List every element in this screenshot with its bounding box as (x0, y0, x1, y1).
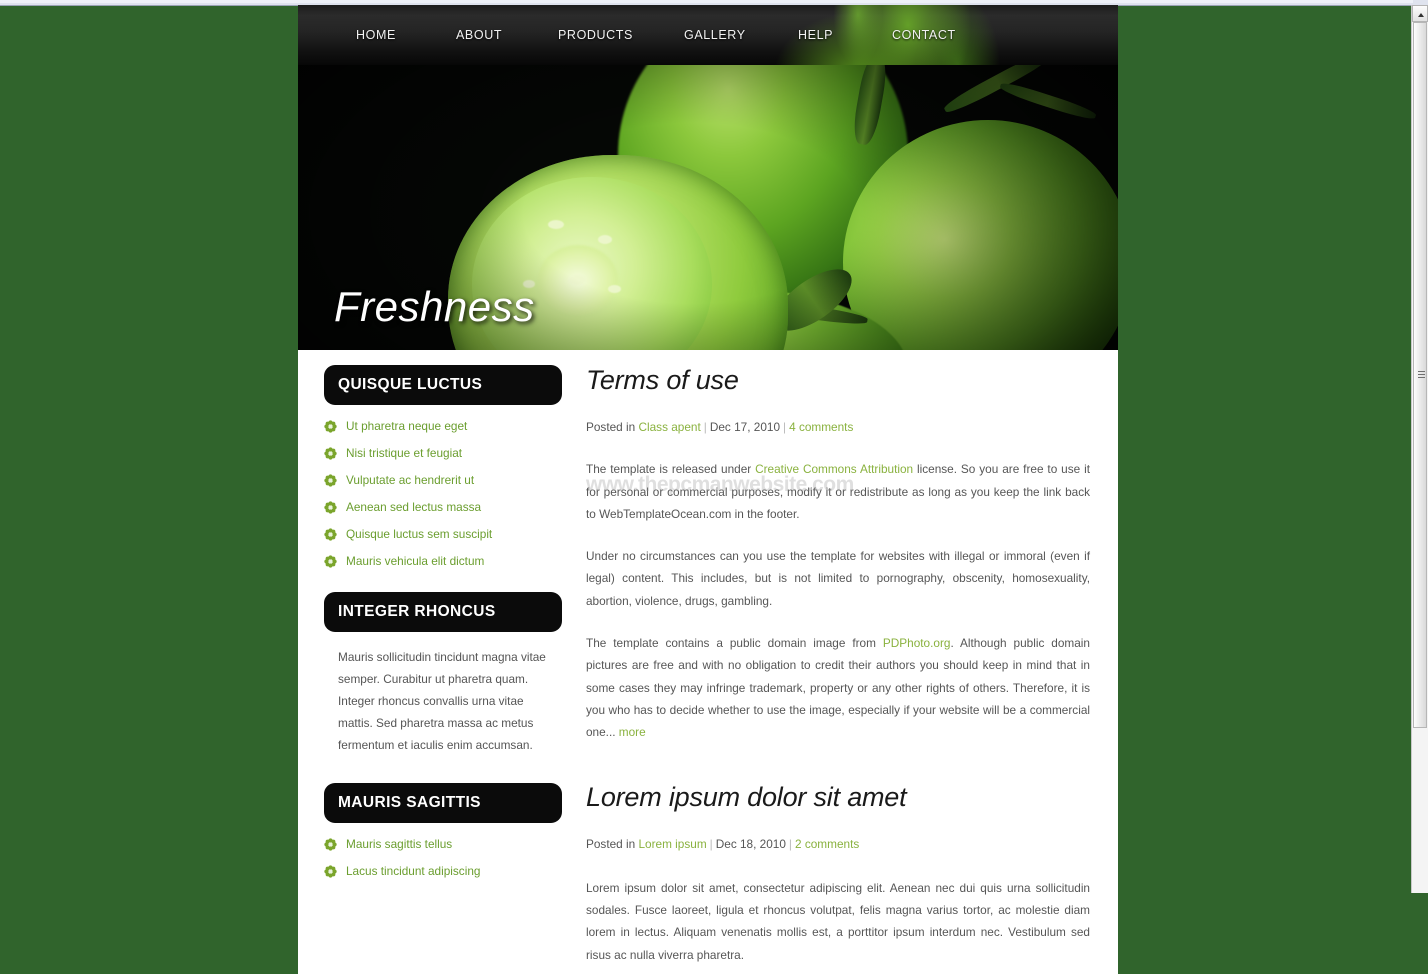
list-item[interactable]: Mauris vehicula elit dictum (324, 554, 562, 568)
list-item-link[interactable]: Mauris vehicula elit dictum (346, 554, 484, 568)
post-category-link[interactable]: Lorem ipsum (638, 837, 706, 851)
scrollbar-thumb[interactable] (1413, 22, 1427, 728)
scrollbar-grip-icon (1418, 371, 1425, 378)
nav-item-home[interactable]: HOME (356, 5, 396, 65)
hero-banner: Freshness (298, 65, 1118, 350)
post-category-link[interactable]: Class apent (638, 420, 700, 434)
widget-header: MAURIS SAGITTIS (324, 783, 562, 823)
post-title: Lorem ipsum dolor sit amet (586, 781, 907, 812)
list-item-link[interactable]: Quisque luctus sem suscipit (346, 527, 492, 541)
posted-in-label: Posted in (586, 836, 636, 851)
list-item-link[interactable]: Lacus tincidunt adipiscing (346, 864, 480, 878)
pdphoto-link[interactable]: PDPhoto.org (883, 636, 951, 650)
flower-bullet-icon (324, 837, 337, 851)
nav-item-help[interactable]: HELP (798, 5, 833, 65)
nav-item-gallery[interactable]: GALLERY (684, 5, 746, 65)
post-terms-of-use: Terms of use Posted in Class apent | Dec 1… (586, 365, 1090, 744)
text-run: The template is released under (586, 462, 756, 477)
list-item[interactable]: Ut pharetra neque eget (324, 419, 562, 433)
text-run: The template contains a public domain im… (586, 636, 883, 651)
flower-bullet-icon (324, 864, 337, 878)
banner-title: Freshness (334, 283, 535, 330)
meta-separator: | (703, 420, 707, 434)
scrollbar-track[interactable] (1412, 22, 1428, 893)
list-item-link[interactable]: Mauris sagittis tellus (346, 837, 452, 851)
post-paragraph: Lorem ipsum dolor sit amet, consectetur … (586, 877, 1090, 966)
creative-commons-link[interactable]: Creative Commons Attribution (755, 462, 913, 476)
post-paragraph: The template contains a public domain im… (586, 632, 1090, 743)
list-item[interactable]: Nisi tristique et feugiat (324, 446, 562, 460)
sidebar-widget-quisque-luctus: QUISQUE LUCTUS Ut pharetra neque eget Ni… (324, 365, 562, 568)
sidebar-widget-mauris-sagittis: MAURIS SAGITTIS Mauris sagittis tellus L… (324, 783, 562, 878)
widget-header: INTEGER RHONCUS (324, 592, 562, 632)
vertical-scrollbar[interactable] (1411, 5, 1428, 893)
flower-bullet-icon (324, 500, 337, 514)
nav-list: HOME ABOUT PRODUCTS GALLERY HELP CONTACT (298, 5, 1118, 65)
widget-list: Mauris sagittis tellus Lacus tincidunt a… (324, 837, 562, 878)
list-item-link[interactable]: Aenean sed lectus massa (346, 500, 481, 514)
widget-title: QUISQUE LUCTUS (338, 376, 483, 393)
meta-separator: | (783, 420, 787, 434)
post-lorem-ipsum: Lorem ipsum dolor sit amet Posted in Lor… (586, 782, 1090, 966)
flower-bullet-icon (324, 446, 337, 460)
main-content: Terms of use Posted in Class apent | Dec 1… (562, 365, 1118, 974)
post-comments-link[interactable]: 4 comments (789, 420, 853, 434)
nav-link-gallery[interactable]: GALLERY (684, 28, 746, 42)
flower-bullet-icon (324, 527, 337, 541)
list-item[interactable]: Vulputate ac hendrerit ut (324, 473, 562, 487)
widget-header: QUISQUE LUCTUS (324, 365, 562, 405)
nav-link-home[interactable]: HOME (356, 28, 396, 42)
nav-link-help[interactable]: HELP (798, 28, 833, 42)
post-meta: Posted in Class apent | Dec 17, 2010 | 4 com… (586, 416, 1090, 438)
posted-in-label: Posted in (586, 420, 636, 434)
page-container: HOME ABOUT PRODUCTS GALLERY HELP CONTACT (298, 5, 1118, 974)
widget-text: Mauris sollicitudin tincidunt magna vita… (338, 650, 546, 752)
list-item-link[interactable]: Vulputate ac hendrerit ut (346, 473, 474, 487)
post-date: Dec 17, 2010 (709, 420, 781, 434)
sidebar-widget-integer-rhoncus: INTEGER RHONCUS Mauris sollicitudin tinc… (324, 592, 562, 756)
sidebar: QUISQUE LUCTUS Ut pharetra neque eget Ni… (298, 365, 562, 974)
text-run: . Although public domain pictures are fr… (586, 636, 1090, 740)
post-paragraph: The template is released under Creative … (586, 458, 1090, 525)
post-comments-link[interactable]: 2 comments (795, 837, 859, 851)
nav-link-products[interactable]: PRODUCTS (558, 28, 633, 42)
widget-title: INTEGER RHONCUS (338, 603, 496, 620)
content-area: QUISQUE LUCTUS Ut pharetra neque eget Ni… (298, 350, 1118, 974)
meta-separator: | (788, 836, 792, 851)
post-paragraph: Under no circumstances can you use the t… (586, 545, 1090, 612)
list-item[interactable]: Mauris sagittis tellus (324, 837, 562, 851)
nav-item-products[interactable]: PRODUCTS (558, 5, 633, 65)
browser-chrome-inner (0, 0, 1413, 3)
list-item[interactable]: Aenean sed lectus massa (324, 500, 562, 514)
scroll-up-arrow-icon[interactable] (1412, 5, 1428, 22)
post-title: Terms of use (586, 365, 739, 395)
meta-separator: | (709, 836, 713, 851)
list-item-link[interactable]: Ut pharetra neque eget (346, 419, 467, 433)
list-item[interactable]: Quisque luctus sem suscipit (324, 527, 562, 541)
list-item[interactable]: Lacus tincidunt adipiscing (324, 864, 562, 878)
nav-link-contact[interactable]: CONTACT (892, 28, 956, 42)
nav-item-about[interactable]: ABOUT (456, 5, 502, 65)
text-run: Under no circumstances can you use the t… (586, 549, 1090, 608)
widget-title: MAURIS SAGITTIS (338, 794, 481, 811)
nav-item-contact[interactable]: CONTACT (892, 5, 956, 65)
post-date: Dec 18, 2010 (715, 836, 786, 851)
post-meta: Posted in Lorem ipsum | Dec 18, 2010 | 2 com… (586, 833, 1090, 855)
widget-list: Ut pharetra neque eget Nisi tristique et… (324, 419, 562, 568)
list-item-link[interactable]: Nisi tristique et feugiat (346, 446, 462, 460)
flower-bullet-icon (324, 554, 337, 568)
top-navigation: HOME ABOUT PRODUCTS GALLERY HELP CONTACT (298, 5, 1118, 65)
flower-bullet-icon (324, 473, 337, 487)
flower-bullet-icon (324, 419, 337, 433)
nav-link-about[interactable]: ABOUT (456, 28, 502, 42)
read-more-link[interactable]: more (619, 725, 646, 739)
